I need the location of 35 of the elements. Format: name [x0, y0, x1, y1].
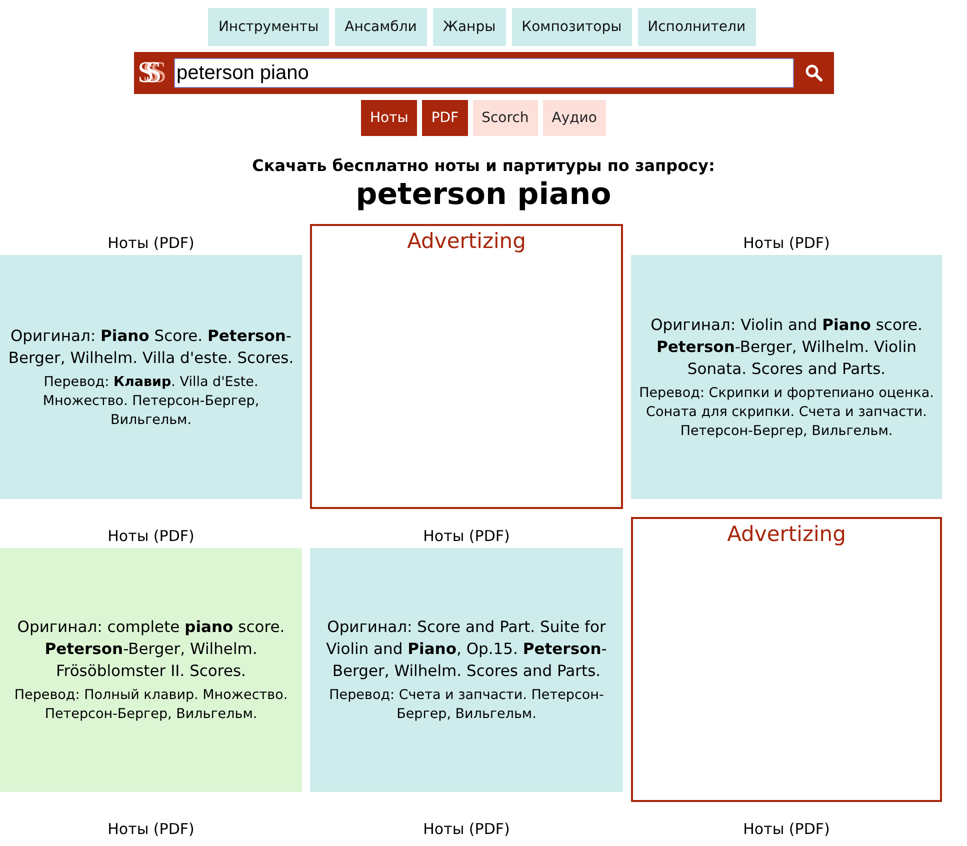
- result-card[interactable]: Оригинал: Score and Part. Suite for Violin and Piano, Op.15. Peterson-Berger, Wilhelm. Scores and Parts. Перевод: Счета и запчасти. Петерсон-Бергер, Вильгельм.: [310, 548, 623, 792]
- original-title: Оригинал: complete piano score. Peterson-Berger, Wilhelm. Frösöblomster II. Scores.: [16, 617, 286, 682]
- result-type: Ноты (PDF): [422, 526, 511, 547]
- subtitle: Скачать бесплатно ноты и партитуры по запросу:: [251, 156, 716, 175]
- result-card[interactable]: Оригинал: Piano Score. Peterson-Berger, Wilhelm. Villa d'este. Scores. Перевод: Клавир. Villa d'Este. Множество. Петерсон-Бергер, Вильгельм.: [0, 255, 302, 499]
- result-card[interactable]: Оригинал: complete piano score. Peterson-Berger, Wilhelm. Frösöblomster II. Scores. Перевод: Полный клавир. Множество. Петерсон-Бергер, Вильгельм.: [0, 548, 302, 792]
- original-title: Оригинал: Score and Part. Suite for Violin and Piano, Op.15. Peterson-Berger, Wilhelm. Scores and Parts.: [325, 617, 608, 682]
- filter-tab[interactable]: PDF: [422, 100, 468, 136]
- result-type: Ноты (PDF): [742, 233, 831, 254]
- result-type: Ноты (PDF): [106, 233, 196, 254]
- result-type: Ноты (PDF): [422, 819, 511, 840]
- nav-tab[interactable]: Исполнители: [638, 8, 756, 46]
- original-title: Оригинал: Violin and Piano score. Peterson-Berger, Wilhelm. Violin Sonata. Scores and Parts.: [650, 314, 924, 380]
- site-logo[interactable]: SS: [138, 58, 174, 88]
- result-type: Ноты (PDF): [106, 526, 196, 547]
- filter-tab[interactable]: Аудио: [542, 100, 606, 136]
- query-title: peterson piano: [354, 177, 612, 212]
- translated-title: Перевод: Счета и запчасти. Петерсон-Бергер, Вильгельм.: [328, 686, 605, 724]
- translated-title: Перевод: Клавир. Villa d'Este. Множество. Петерсон-Бергер, Вильгельм.: [42, 372, 260, 430]
- search-icon: [804, 64, 822, 82]
- nav-tab[interactable]: Жанры: [432, 8, 506, 46]
- nav-tab[interactable]: Инструменты: [208, 8, 329, 46]
- filter-tab[interactable]: Ноты: [361, 100, 418, 136]
- filter-tab[interactable]: Scorch: [472, 100, 538, 136]
- result-type: Ноты (PDF): [106, 819, 196, 840]
- ad-label: Advertizing: [407, 228, 526, 253]
- nav-tab[interactable]: Ансамбли: [334, 8, 427, 46]
- search-field[interactable]: peterson piano: [174, 58, 794, 88]
- result-type: Ноты (PDF): [742, 819, 831, 840]
- translated-title: Перевод: Скрипки и фортепиано оценка. Соната для скрипки. Счета и запчасти. Петерсон-Бергер, Вильгельм.: [638, 384, 935, 440]
- translated-title: Перевод: Полный клавир. Множество. Петерсон-Бергер, Вильгельм.: [13, 686, 289, 724]
- ad-label: Advertizing: [727, 521, 846, 546]
- result-card[interactable]: Оригинал: Violin and Piano score. Peterson-Berger, Wilhelm. Violin Sonata. Scores and Parts. Перевод: Скрипки и фортепиано оценка. Соната для скрипки. Счета и запчасти. Петерсон-Бергер, Вильгельм.: [631, 255, 942, 499]
- nav-tab[interactable]: Композиторы: [512, 8, 632, 46]
- original-title: Оригинал: Piano Score. Peterson-Berger, Wilhelm. Villa d'este. Scores.: [7, 326, 295, 368]
